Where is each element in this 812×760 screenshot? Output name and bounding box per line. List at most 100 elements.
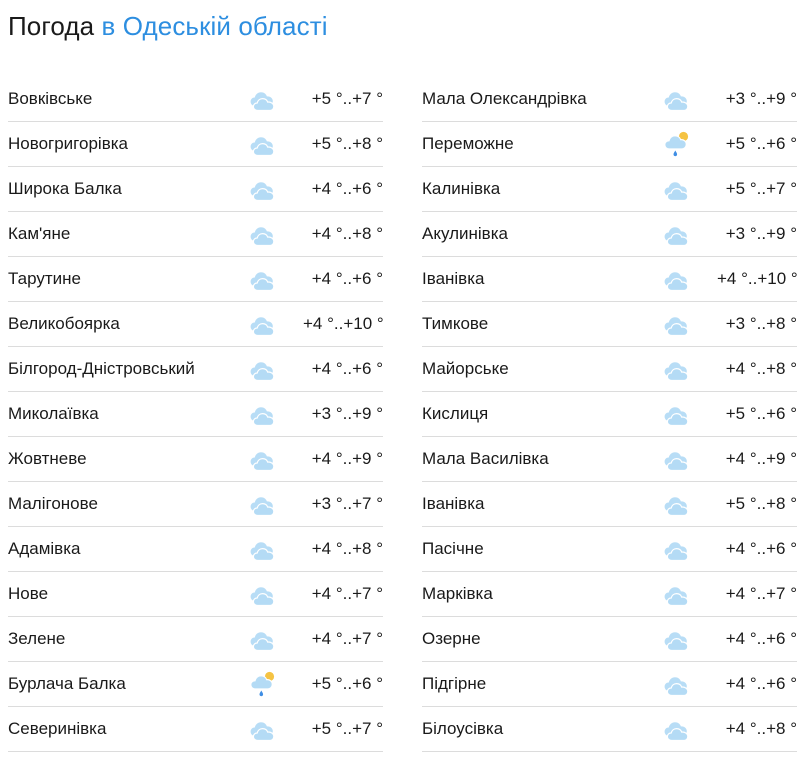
location-name: Калинівка: [422, 179, 501, 198]
location-row[interactable]: Переможне +5 °..+6 °: [422, 122, 797, 167]
location-row[interactable]: Кам'яне +4 °..+8 °: [8, 212, 383, 257]
location-row[interactable]: Зелене +4 °..+7 °: [8, 617, 383, 662]
location-row[interactable]: Тарутине +4 °..+6 °: [8, 257, 383, 302]
location-name: Северинівка: [8, 719, 107, 738]
cloud-icon: [663, 445, 691, 473]
location-name: Кам'яне: [8, 224, 71, 243]
location-name: Білоусівка: [422, 719, 504, 738]
location-row[interactable]: Миколаївка +3 °..+9 °: [8, 392, 383, 437]
temperature-range: +5 °..+7 °: [311, 89, 383, 108]
location-row[interactable]: Білоусівка +4 °..+8 °: [422, 707, 797, 752]
cloud-icon: [249, 715, 277, 743]
location-name: Майорське: [422, 359, 509, 378]
location-row[interactable]: Акулинівка +3 °..+9 °: [422, 212, 797, 257]
location-row[interactable]: Майорське +4 °..+8 °: [422, 347, 797, 392]
cloud-icon: [663, 715, 691, 743]
temperature-range: +4 °..+8 °: [311, 539, 383, 558]
temperature-range: +4 °..+6 °: [725, 674, 797, 693]
location-name: Тарутине: [8, 269, 81, 288]
location-name: Тимкове: [422, 314, 489, 333]
cloud-icon: [249, 310, 277, 338]
location-name: Нове: [8, 584, 49, 603]
location-row[interactable]: Марківка +4 °..+7 °: [422, 572, 797, 617]
temperature-range: +3 °..+9 °: [311, 404, 383, 423]
cloud-icon: [663, 220, 691, 248]
location-row[interactable]: Підгірне +4 °..+6 °: [422, 662, 797, 707]
cloud-icon: [663, 265, 691, 293]
temperature-range: +4 °..+6 °: [311, 359, 383, 378]
location-name: Миколаївка: [8, 404, 99, 423]
temperature-range: +4 °..+7 °: [311, 584, 383, 603]
temperature-range: +3 °..+7 °: [311, 494, 383, 513]
temperature-range: +5 °..+6 °: [725, 404, 797, 423]
location-row[interactable]: Новогригорівка +5 °..+8 °: [8, 122, 383, 167]
location-name: Новогригорівка: [8, 134, 128, 153]
temperature-range: +3 °..+9 °: [725, 224, 797, 243]
cloud-icon: [249, 175, 277, 203]
cloud-icon: [663, 85, 691, 113]
location-row[interactable]: Вовківське +5 °..+7 °: [8, 77, 383, 122]
temperature-range: +4 °..+6 °: [725, 629, 797, 648]
location-row[interactable]: Іванівка +4 °..+10 °: [422, 257, 798, 302]
location-row[interactable]: Нове +4 °..+7 °: [8, 572, 383, 617]
location-row[interactable]: Жовтневе +4 °..+9 °: [8, 437, 383, 482]
temperature-range: +5 °..+7 °: [311, 719, 383, 738]
temperature-range: +4 °..+8 °: [725, 359, 797, 378]
cloud-icon: [663, 175, 691, 203]
cloud-icon: [663, 490, 691, 518]
cloud-icon: [249, 220, 277, 248]
cloud-icon: [249, 400, 277, 428]
location-row[interactable]: Мала Олександрівка +3 °..+9 °: [422, 77, 797, 122]
location-row[interactable]: Білгород-Дністровський +4 °..+6 °: [8, 347, 383, 392]
temperature-range: +4 °..+8 °: [311, 224, 383, 243]
location-name: Кислиця: [422, 404, 489, 423]
temperature-range: +5 °..+6 °: [725, 134, 797, 153]
cloud-sun-rain-icon: [249, 670, 277, 698]
location-row[interactable]: Озерне +4 °..+6 °: [422, 617, 797, 662]
temperature-range: +5 °..+8 °: [725, 494, 797, 513]
location-name: Підгірне: [422, 674, 487, 693]
cloud-icon: [249, 490, 277, 518]
temperature-range: +4 °..+6 °: [725, 539, 797, 558]
location-row[interactable]: Северинівка +5 °..+7 °: [8, 707, 383, 752]
cloud-icon: [249, 580, 277, 608]
cloud-icon: [249, 265, 277, 293]
temperature-range: +4 °..+10 °: [717, 269, 798, 288]
temperature-range: +4 °..+9 °: [311, 449, 383, 468]
location-name: Переможне: [422, 134, 514, 153]
cloud-icon: [663, 355, 691, 383]
location-row[interactable]: Бурлача Балка +5 °..+6 °: [8, 662, 383, 707]
cloud-icon: [663, 625, 691, 653]
cloud-icon: [663, 400, 691, 428]
location-row[interactable]: Широка Балка +4 °..+6 °: [8, 167, 383, 212]
cloud-icon: [249, 625, 277, 653]
location-name: Адамівка: [8, 539, 81, 558]
location-name: Великобоярка: [8, 314, 120, 333]
page-title: Погода в Одеській області: [8, 8, 328, 44]
location-row[interactable]: Великобоярка +4 °..+10 °: [8, 302, 384, 347]
location-row[interactable]: Мала Василівка +4 °..+9 °: [422, 437, 797, 482]
location-name: Жовтневе: [8, 449, 87, 468]
temperature-range: +4 °..+6 °: [311, 179, 383, 198]
location-name: Озерне: [422, 629, 481, 648]
page-title-region-link[interactable]: в Одеській області: [94, 11, 328, 41]
location-name: Малігонове: [8, 494, 98, 513]
location-row[interactable]: Іванівка +5 °..+8 °: [422, 482, 797, 527]
location-name: Мала Василівка: [422, 449, 549, 468]
location-name: Акулинівка: [422, 224, 508, 243]
temperature-range: +4 °..+6 °: [311, 269, 383, 288]
cloud-icon: [663, 670, 691, 698]
location-row[interactable]: Малігонове +3 °..+7 °: [8, 482, 383, 527]
location-row[interactable]: Тимкове +3 °..+8 °: [422, 302, 797, 347]
location-row[interactable]: Адамівка +4 °..+8 °: [8, 527, 383, 572]
temperature-range: +4 °..+7 °: [725, 584, 797, 603]
temperature-range: +4 °..+10 °: [303, 314, 384, 333]
cloud-icon: [249, 355, 277, 383]
cloud-icon: [249, 445, 277, 473]
location-row[interactable]: Пасічне +4 °..+6 °: [422, 527, 797, 572]
location-row[interactable]: Кислиця +5 °..+6 °: [422, 392, 797, 437]
location-name: Іванівка: [422, 494, 485, 513]
temperature-range: +5 °..+8 °: [311, 134, 383, 153]
location-row[interactable]: Калинівка +5 °..+7 °: [422, 167, 797, 212]
cloud-sun-rain-icon: [663, 130, 691, 158]
